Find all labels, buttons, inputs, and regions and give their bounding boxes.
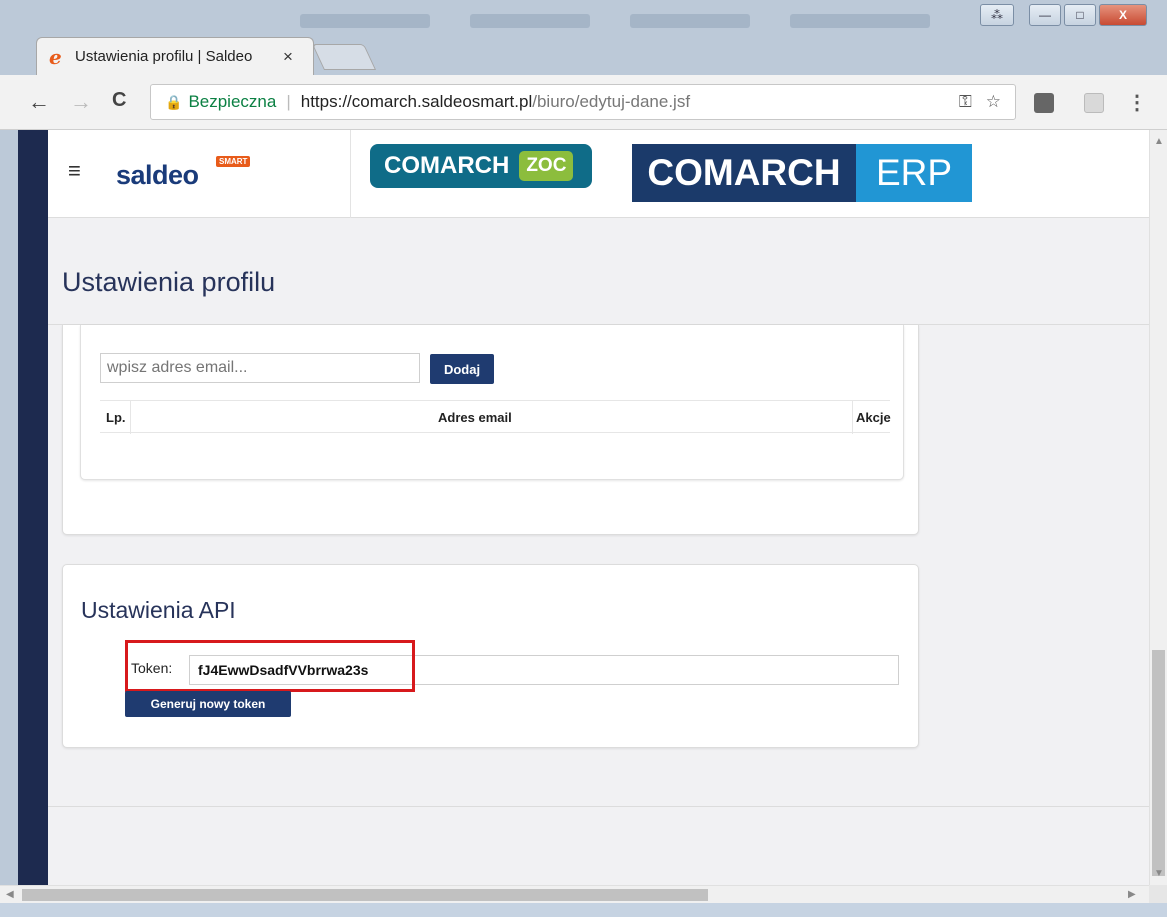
api-settings-card: Ustawienia API fJ4EwwDsadfVVbrrwa23s Tok…	[62, 564, 919, 748]
window-controls: ⁂ — □ X	[980, 4, 1147, 26]
site-header: ≡ saldeo SMART COMARCH ZOC COMARCH ERP	[48, 130, 1149, 218]
token-highlight-box	[125, 640, 415, 692]
blurred-background	[300, 14, 430, 28]
close-window-button[interactable]: X	[1099, 4, 1147, 26]
blurred-background	[470, 14, 590, 28]
email-input[interactable]	[100, 353, 420, 383]
column-header-lp: Lp.	[106, 410, 126, 425]
scroll-up-icon[interactable]: ▲	[1154, 136, 1164, 147]
maximize-button[interactable]: □	[1064, 4, 1096, 26]
column-divider	[130, 401, 131, 434]
saldeo-logo[interactable]: saldeo SMART	[116, 156, 251, 191]
vertical-scrollbar[interactable]: ▲ ▼	[1149, 130, 1167, 885]
api-section-title: Ustawienia API	[81, 597, 236, 623]
window-bottom-edge	[0, 903, 1167, 917]
comarch-zoc-logo: COMARCH ZOC	[370, 144, 592, 188]
blurred-background	[790, 14, 930, 28]
browser-tab[interactable]: e Ustawienia profilu | Saldeo ×	[36, 37, 314, 75]
page-viewport: ≡ saldeo SMART COMARCH ZOC COMARCH ERP U…	[18, 130, 1149, 885]
address-separator: |	[286, 92, 291, 111]
secure-label: Bezpieczna	[188, 92, 277, 111]
close-tab-icon[interactable]: ×	[283, 47, 293, 67]
bookmark-star-icon[interactable]: ☆	[986, 92, 1001, 112]
browser-toolbar: ← → C 🔒 Bezpieczna | https://comarch.sal…	[0, 75, 1167, 130]
footer-divider	[48, 806, 1149, 807]
forward-icon[interactable]: →	[70, 89, 92, 115]
pdf-extension-icon[interactable]	[1084, 93, 1104, 113]
reload-icon[interactable]: C	[112, 89, 126, 112]
vertical-scroll-thumb[interactable]	[1152, 650, 1165, 876]
browser-menu-icon[interactable]: ⋮	[1127, 90, 1147, 115]
email-table-header: Lp. Adres email Akcje	[100, 400, 891, 434]
blurred-background	[630, 14, 750, 28]
add-email-button[interactable]: Dodaj	[430, 354, 494, 384]
url-path: /biuro/edytuj-dane.jsf	[532, 92, 691, 111]
comarch-erp-logo: COMARCH ERP	[632, 144, 972, 202]
hamburger-menu-icon[interactable]: ≡	[68, 158, 81, 184]
scroll-right-icon[interactable]: ▶	[1128, 889, 1136, 900]
key-icon[interactable]: ⚿	[959, 92, 972, 112]
column-header-actions: Akcje	[856, 410, 891, 425]
horizontal-scrollbar[interactable]: ◀ ▶	[0, 885, 1149, 903]
page-title: Ustawienia profilu	[62, 267, 276, 297]
column-header-email: Adres email	[438, 410, 512, 425]
generate-token-button[interactable]: Generuj nowy token	[125, 691, 291, 717]
user-icon[interactable]: ⁂	[980, 4, 1014, 26]
scroll-left-icon[interactable]: ◀	[6, 889, 14, 900]
lock-icon: 🔒	[165, 93, 183, 110]
extension-icon[interactable]	[1034, 93, 1054, 113]
saldeo-favicon-icon: e	[49, 44, 62, 69]
address-bar[interactable]: 🔒 Bezpieczna | https://comarch.saldeosma…	[150, 84, 1016, 120]
minimize-button[interactable]: —	[1029, 4, 1061, 26]
back-icon[interactable]: ←	[28, 89, 50, 115]
horizontal-scroll-thumb[interactable]	[22, 889, 708, 901]
header-divider	[350, 130, 351, 218]
scroll-down-icon[interactable]: ▼	[1154, 868, 1164, 879]
column-divider	[852, 401, 853, 434]
scrollbar-corner	[1149, 885, 1167, 903]
tab-title: Ustawienia profilu | Saldeo	[75, 48, 253, 65]
left-sidebar-rail	[18, 130, 48, 885]
url-domain: https://comarch.saldeosmart.pl	[300, 92, 533, 111]
